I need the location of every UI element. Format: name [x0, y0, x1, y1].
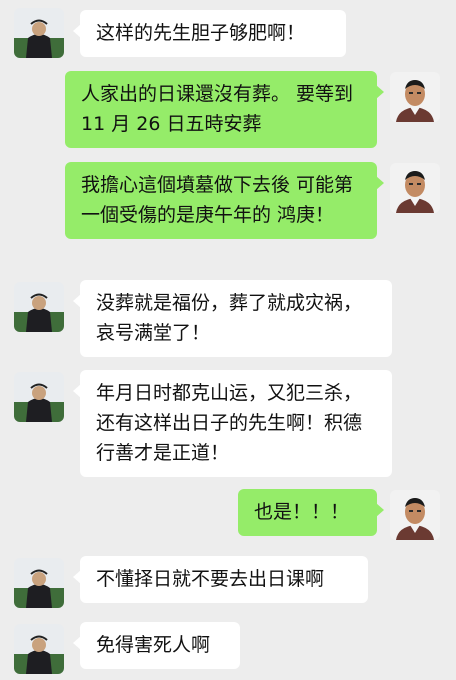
monk-avatar-icon	[14, 624, 64, 674]
man-portrait-avatar-icon	[390, 163, 440, 213]
avatar-man[interactable]	[390, 72, 440, 122]
avatar-man[interactable]	[390, 163, 440, 213]
monk-avatar-icon	[14, 558, 64, 608]
avatar-monk[interactable]	[14, 282, 64, 332]
message-text: 我擔心這個墳墓做下去後 可能第一個受傷的是庚午年的 鸿庚！	[81, 174, 354, 226]
message-bubble[interactable]: 没葬就是福份，葬了就成灾祸，哀号满堂了！	[73, 280, 392, 357]
man-portrait-avatar-icon	[390, 72, 440, 122]
message-text: 年月日时都克山运，又犯三杀，还有这样出日子的先生啊！积德行善才是正道！	[96, 382, 363, 464]
avatar-monk[interactable]	[14, 558, 64, 608]
message-text: 也是！！！	[254, 501, 350, 523]
monk-avatar-icon	[14, 372, 64, 422]
avatar-monk[interactable]	[14, 8, 64, 58]
message-bubble[interactable]: 我擔心這個墳墓做下去後 可能第一個受傷的是庚午年的 鸿庚！	[65, 162, 384, 239]
message-text: 人家出的日课還沒有葬。 要等到 11 月 26 日五時安葬	[81, 83, 354, 135]
message-bubble[interactable]: 免得害死人啊	[73, 622, 240, 669]
message-bubble[interactable]: 这样的先生胆子够肥啊！	[73, 10, 346, 57]
monk-avatar-icon	[14, 8, 64, 58]
message-bubble[interactable]: 人家出的日课還沒有葬。 要等到 11 月 26 日五時安葬	[65, 71, 384, 148]
avatar-man[interactable]	[390, 490, 440, 540]
message-bubble[interactable]: 也是！！！	[238, 489, 384, 536]
message-bubble[interactable]: 不懂择日就不要去出日课啊	[73, 556, 368, 603]
message-bubble[interactable]: 年月日时都克山运，又犯三杀，还有这样出日子的先生啊！积德行善才是正道！	[73, 370, 392, 477]
chat-message-list[interactable]: 这样的先生胆子够肥啊！ 人家出的日课還沒有葬。 要等到 11 月 26 日五時安…	[0, 0, 456, 680]
message-text: 没葬就是福份，葬了就成灾祸，哀号满堂了！	[96, 292, 363, 344]
avatar-monk[interactable]	[14, 624, 64, 674]
avatar-monk[interactable]	[14, 372, 64, 422]
man-portrait-avatar-icon	[390, 490, 440, 540]
message-text: 不懂择日就不要去出日课啊	[96, 568, 325, 590]
monk-avatar-icon	[14, 282, 64, 332]
message-text: 免得害死人啊	[96, 634, 211, 656]
message-text: 这样的先生胆子够肥啊！	[96, 22, 306, 44]
